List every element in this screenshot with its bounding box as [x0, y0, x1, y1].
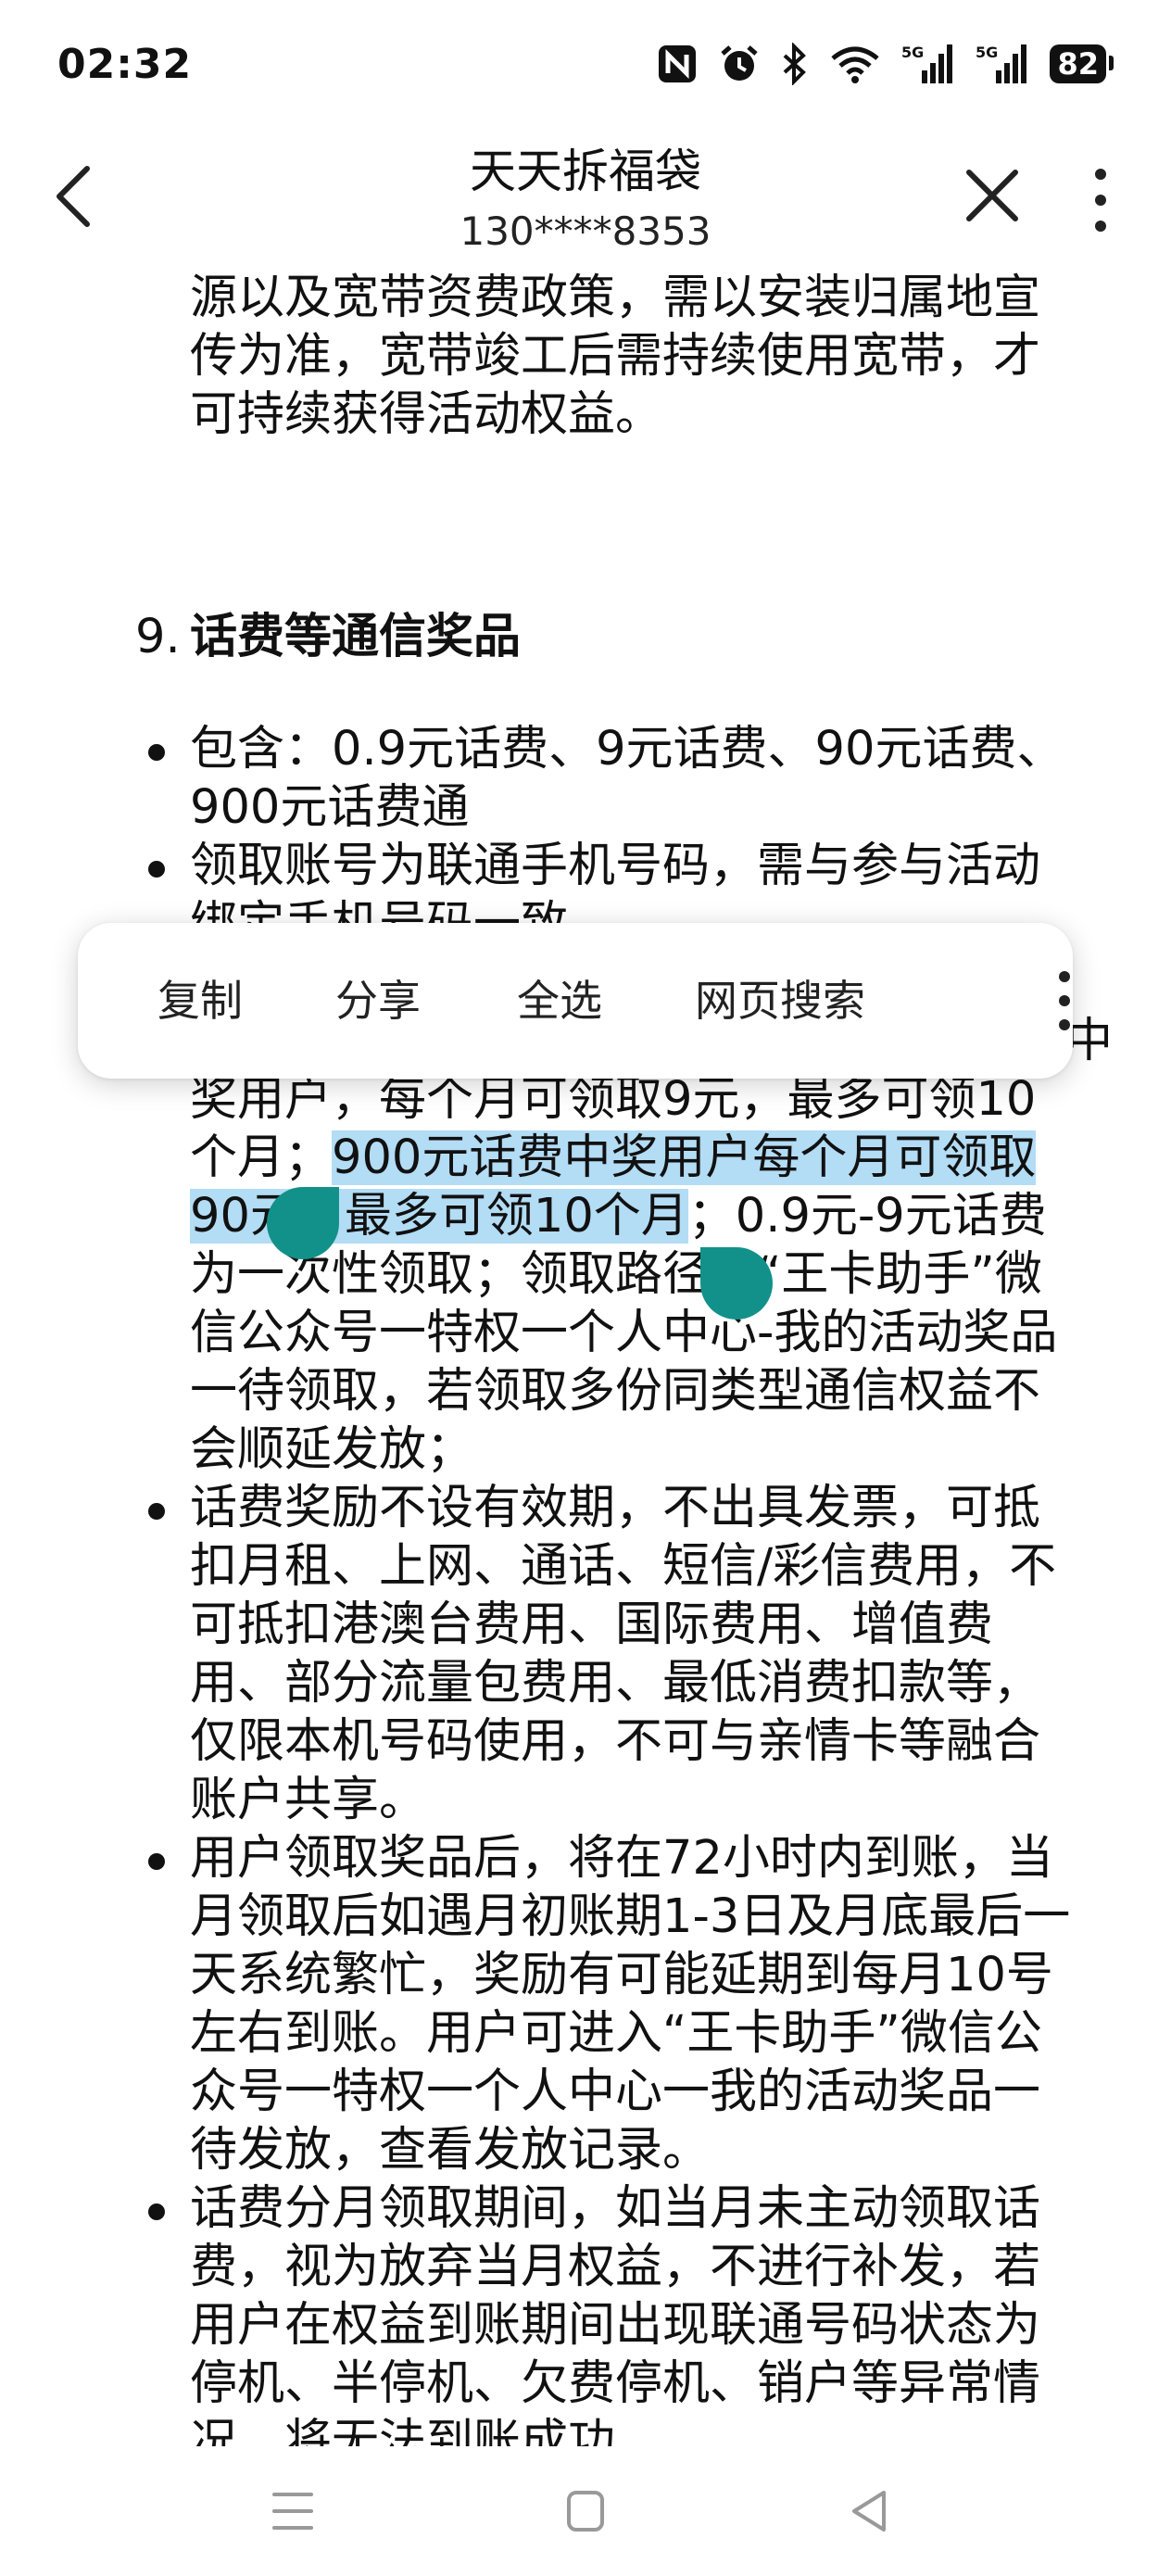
paragraph-line: 况，将无法到账成功 — [190, 2415, 616, 2446]
share-button[interactable]: 分享 — [335, 971, 421, 1030]
section-title: 话费等通信奖品 — [190, 610, 522, 664]
recents-button[interactable] — [265, 2483, 321, 2539]
bullet-icon — [148, 2203, 165, 2220]
triangle-back-icon — [852, 2491, 886, 2532]
paragraph-line: 用户领取奖品后，将在72小时内到账，当 — [190, 1831, 1053, 1886]
square-home-icon — [567, 2491, 604, 2532]
bullet-icon — [148, 861, 165, 878]
paragraph-line: 费，视为放弃当月权益，不进行补发，若 — [190, 2240, 1041, 2294]
system-nav-bar — [0, 2446, 1171, 2576]
back-button[interactable] — [46, 159, 102, 234]
bullet-icon — [148, 744, 165, 761]
paragraph-line: 月领取后如遇月初账期1-3日及月底最后一 — [190, 1889, 1071, 1944]
paragraph-line: 领取账号为联通手机号码，需与参与活动 — [190, 839, 1041, 893]
paragraph-line: 可持续获得活动权益。 — [190, 387, 663, 442]
paragraph-line: 包含：0.9元话费、9元话费、90元话费、 — [190, 722, 1064, 777]
menu-more-button[interactable] — [1051, 964, 1078, 1038]
paragraph-line: 用、部分流量包费用、最低消费扣款等， — [190, 1656, 1041, 1711]
back-nav-button[interactable] — [841, 2483, 897, 2539]
select-all-button[interactable]: 全选 — [517, 971, 602, 1030]
paragraph-line: 天系统繁忙，奖励有可能延期到每月10号 — [190, 1948, 1053, 2002]
alarm-icon — [721, 45, 759, 81]
paragraph-line: 信公众号一特权一个人中心-我的活动奖品 — [190, 1306, 1058, 1360]
paragraph-line: 账户共享。 — [190, 1773, 427, 1827]
paragraph-line: 传为准，宽带竣工后需持续使用宽带，才 — [190, 329, 1041, 384]
text-segment: ；0.9元-9元话费 — [687, 1189, 1047, 1244]
more-options-button[interactable] — [1082, 163, 1119, 237]
close-button[interactable] — [960, 163, 1025, 228]
network-label: 5G — [901, 44, 924, 61]
section-number: 9. — [135, 610, 181, 664]
wifi-icon — [831, 46, 880, 83]
battery-icon: 82 — [1050, 44, 1114, 83]
status-time: 02:32 — [57, 41, 193, 88]
bullet-icon — [148, 1853, 165, 1870]
paragraph-line: 用户在权益到账期间出现联通号码状态为 — [190, 2298, 1041, 2353]
copy-button[interactable]: 复制 — [157, 971, 243, 1030]
web-search-button[interactable]: 网页搜索 — [695, 971, 865, 1030]
network-label: 5G — [976, 44, 998, 61]
paragraph-line: 源以及宽带资费政策，需以安装归属地宣 — [190, 271, 1041, 325]
more-vertical-icon — [1095, 169, 1106, 232]
paragraph-line: 一待领取，若领取多份同类型通信权益不 — [190, 1364, 1041, 1419]
status-icons: 5G 5G 82 — [657, 43, 1114, 85]
selected-text[interactable]: 900元话费中奖用户每个月可领取 — [332, 1130, 1037, 1185]
paragraph-line: 可抵扣港澳台费用、国际费用、增值费 — [190, 1597, 994, 1652]
selected-text[interactable]: 90元，最多可领10个月 — [190, 1189, 688, 1244]
paragraph-line: 奖用户，每个月可领取9元，最多可领10 — [190, 1072, 1037, 1127]
more-vertical-icon — [1059, 971, 1070, 1030]
paragraph-line: 个月；900元话费中奖用户每个月可领取 — [190, 1129, 1037, 1187]
status-bar: 02:32 5G 5G 82 — [0, 0, 1171, 139]
paragraph-line: 停机、半停机、欠费停机、销户等异常情 — [190, 2356, 1041, 2411]
menu-lines-icon — [272, 2493, 313, 2530]
paragraph-line: 众号一特权一个人中心一我的活动奖品一 — [190, 2065, 1041, 2119]
selection-handle-start[interactable] — [267, 1187, 339, 1259]
content-area[interactable]: 源以及宽带资费政策，需以安装归属地宣 传为准，宽带竣工后需持续使用宽带，才 可持… — [0, 259, 1171, 2446]
paragraph-line: 扣月租、上网、通话、短信/彩信费用，不 — [190, 1539, 1057, 1594]
nfc-icon — [659, 45, 697, 82]
top-bar: 天天拆福袋 130****8353 — [0, 139, 1171, 259]
text-selection-menu: 复制 分享 全选 网页搜索 — [78, 923, 1073, 1079]
signal-5g-icon: 5G — [976, 44, 1027, 83]
selection-handle-end[interactable] — [700, 1247, 773, 1320]
bullet-icon — [148, 1503, 165, 1520]
bluetooth-icon — [784, 43, 807, 85]
paragraph-line: 会顺延发放； — [190, 1422, 474, 1477]
paragraph-line: 900元话费通 — [190, 780, 470, 835]
paragraph-line: 待发放，查看发放记录。 — [190, 2123, 711, 2178]
home-button[interactable] — [558, 2483, 613, 2539]
paragraph-line: 话费分月领取期间，如当月未主动领取话 — [190, 2181, 1041, 2236]
paragraph-line: 话费奖励不设有效期，不出具发票，可抵 — [190, 1481, 1041, 1535]
text-segment: 个月； — [190, 1130, 333, 1185]
signal-5g-icon: 5G — [901, 44, 953, 83]
paragraph-line: 仅限本机号码使用，不可与亲情卡等融合 — [190, 1714, 1041, 1769]
chevron-left-icon — [57, 166, 90, 227]
paragraph-line: 左右到账。用户可进入“王卡助手”微信公 — [190, 2006, 1042, 2061]
close-icon — [966, 170, 1018, 221]
